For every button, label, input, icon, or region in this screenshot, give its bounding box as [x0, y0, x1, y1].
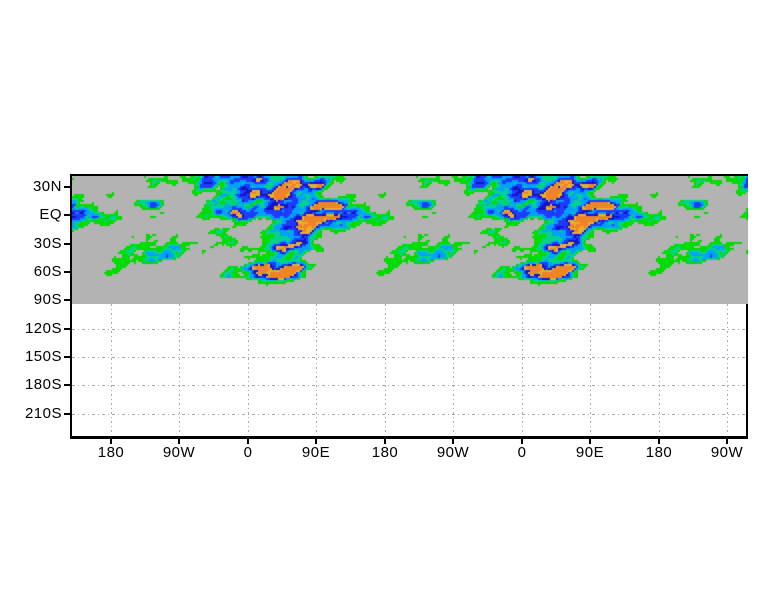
y-tick — [64, 299, 70, 301]
y-tick-label: 120S — [24, 320, 62, 337]
y-tick-label: 60S — [33, 263, 62, 280]
x-tick-label: 90W — [710, 444, 744, 461]
gridline-vertical — [111, 304, 112, 435]
x-tick-label: 180 — [97, 444, 125, 461]
gridline-horizontal — [72, 414, 746, 415]
y-tick — [64, 328, 70, 330]
y-tick-label: 180S — [24, 376, 62, 393]
x-tick-label: 0 — [243, 444, 253, 461]
x-tick-label: 0 — [517, 444, 527, 461]
y-tick-label: EQ — [39, 206, 62, 223]
gridline-horizontal — [72, 357, 746, 358]
y-tick-label: 30S — [33, 235, 62, 252]
gridline-horizontal — [72, 385, 746, 386]
gridline-vertical — [590, 304, 591, 435]
y-tick — [64, 271, 70, 273]
grads-plot-page: 30N EQ 30S 60S 90S 120S 150S 180S 210S 180 90W 0 90… — [0, 0, 784, 612]
x-axis-line — [70, 436, 748, 439]
x-tick-label: 90W — [436, 444, 470, 461]
y-tick — [64, 243, 70, 245]
gridline-horizontal — [72, 329, 746, 330]
y-tick-label: 150S — [24, 348, 62, 365]
y-tick-label: 30N — [32, 178, 62, 195]
gridline-vertical — [659, 304, 660, 435]
y-axis-line — [70, 174, 72, 439]
y-tick-label: 90S — [33, 291, 62, 308]
x-tick-label: 180 — [645, 444, 673, 461]
gridline-vertical — [179, 304, 180, 435]
y-tick-label: 210S — [24, 405, 62, 422]
x-tick-label: 90W — [162, 444, 196, 461]
gridline-vertical — [453, 304, 454, 435]
x-tick-label: 180 — [371, 444, 399, 461]
gridline-vertical — [727, 304, 728, 435]
y-tick — [64, 356, 70, 358]
heatmap-band-canvas — [72, 176, 748, 304]
y-tick — [64, 186, 70, 188]
y-tick — [64, 384, 70, 386]
y-tick — [64, 214, 70, 216]
gridline-vertical — [248, 304, 249, 435]
gridline-vertical — [316, 304, 317, 435]
x-tick-label: 90E — [301, 444, 331, 461]
plot-top-border — [70, 174, 748, 176]
plot-right-border — [746, 304, 748, 439]
gridline-vertical — [385, 304, 386, 435]
y-tick — [64, 413, 70, 415]
x-tick-label: 90E — [575, 444, 605, 461]
gridline-vertical — [522, 304, 523, 435]
